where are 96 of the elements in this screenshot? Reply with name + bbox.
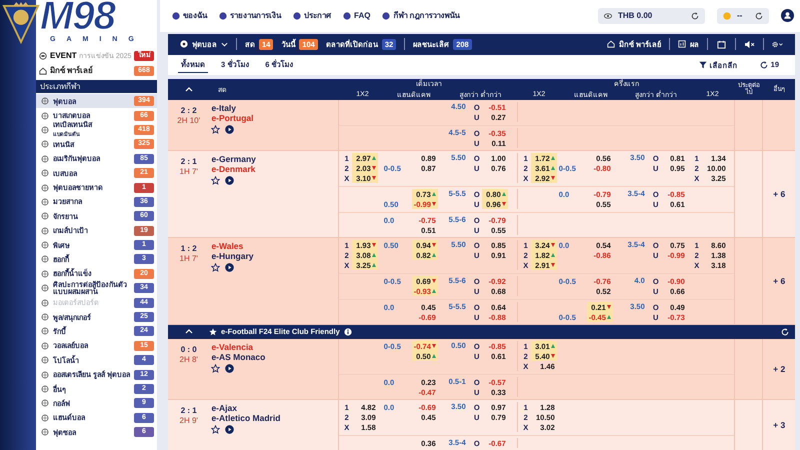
match-score: 1 : 2 [180,244,197,253]
ball-icon [41,255,49,264]
down-triangle-icon [502,202,506,206]
house-icon [606,40,615,48]
down-triangle-icon [550,354,555,358]
star-icon[interactable] [209,328,217,336]
team-name: e-AS Monaco [210,352,266,363]
chart-icon [678,40,686,48]
sidebar-heading: ประเภทกีฬา [36,80,157,93]
nav-link[interactable]: ประกาศ [293,9,331,22]
refresh-icon [760,60,768,69]
ball-icon [41,241,49,250]
ball-icon [41,284,49,292]
chevron-down-icon [221,42,228,47]
ball-icon [41,414,49,422]
match-time: 2H 9' [180,416,198,425]
chevron-up-icon[interactable] [185,86,193,92]
star-outline-icon[interactable] [211,124,220,134]
nav-link[interactable]: ของฉัน [172,9,207,22]
refresh-icon[interactable] [691,12,699,20]
star-outline-icon[interactable] [211,176,220,185]
up-triangle-icon [432,289,436,294]
settings-icon[interactable] [772,40,783,49]
ball-icon [41,184,49,192]
team-name: e-Portugal [210,113,254,124]
nav-link[interactable]: กีฬา กฎการวางพนัน [382,9,460,22]
eye-icon[interactable] [604,12,612,20]
more-markets-button[interactable]: + 6 [767,188,792,200]
down-triangle-icon [550,176,555,180]
ball-icon [41,226,49,235]
match-time: 2H 10' [177,116,200,125]
ball-icon [41,169,49,178]
match-time: 1H 7' [180,254,198,263]
play-icon[interactable] [225,124,234,134]
ball-icon [41,126,49,134]
down-triangle-icon [372,176,376,180]
ball-icon [41,356,49,364]
play-icon[interactable] [225,364,234,373]
up-triangle-icon [372,263,376,268]
house-icon [39,66,47,74]
match-score: 2 : 2 [180,106,197,115]
ball-icon [41,313,49,322]
balance-text: THB 0.00 [618,11,654,20]
more-markets-button[interactable]: + 3 [767,419,792,432]
star-outline-icon[interactable] [211,424,220,434]
team-name: e-Atletico Madrid [210,413,280,424]
down-triangle-icon [550,263,555,268]
refresh-icon[interactable] [755,12,763,20]
nav-link[interactable]: FAQ [343,11,370,20]
match-time: 2H 8' [180,354,198,364]
team-name: e-Italy [210,102,236,114]
coin-icon [723,12,731,20]
coin-text: -- [737,11,744,20]
chevron-up-icon[interactable] [185,329,193,334]
team-name: e-Wales [210,240,244,252]
ball-icon [41,399,49,408]
up-triangle-icon [606,315,611,320]
ball-icon [41,154,49,163]
match-score: 0 : 0 [180,344,197,354]
nav-link[interactable]: รายงานการเงิน [219,9,281,22]
parlay-link[interactable]: มิกซ์ พาร์เลย์ [50,64,131,77]
ball-icon [41,212,49,220]
up-triangle-icon [432,253,436,258]
lion-shield-icon [2,2,40,44]
more-markets-button[interactable]: + 2 [767,363,792,376]
down-triangle-icon [432,202,436,206]
team-name: e-Ajax [210,402,237,414]
ball-icon [41,327,49,336]
ball-icon [41,385,49,393]
ball-icon [41,198,49,206]
team-name: e-Valencia [210,342,254,352]
play-icon[interactable] [225,424,234,434]
play-icon[interactable] [225,262,234,272]
ball-icon [41,428,49,436]
ball-icon [41,97,49,106]
more-markets-button[interactable]: + 6 [767,275,792,288]
ball-icon [41,270,49,278]
team-name: e-Germany [210,154,256,164]
mute-icon[interactable] [744,40,755,49]
match-score: 2 : 1 [180,156,197,166]
match-time: 1H 7' [180,166,198,176]
play-icon[interactable] [225,176,234,185]
match-score: 2 : 1 [180,406,197,415]
team-name: e-Hungary [210,251,254,262]
up-triangle-icon [432,354,436,358]
soccer-ball-icon [180,40,188,48]
star-outline-icon[interactable] [211,262,220,272]
calendar-icon[interactable] [716,40,727,49]
ball-icon [41,370,49,379]
ball-icon [41,140,49,148]
ball-icon [41,342,49,350]
filter-icon [698,60,707,69]
ball-icon [41,112,49,120]
team-name: e-Denmark [210,164,256,175]
star-outline-icon[interactable] [211,364,220,373]
ball-icon [41,298,49,307]
